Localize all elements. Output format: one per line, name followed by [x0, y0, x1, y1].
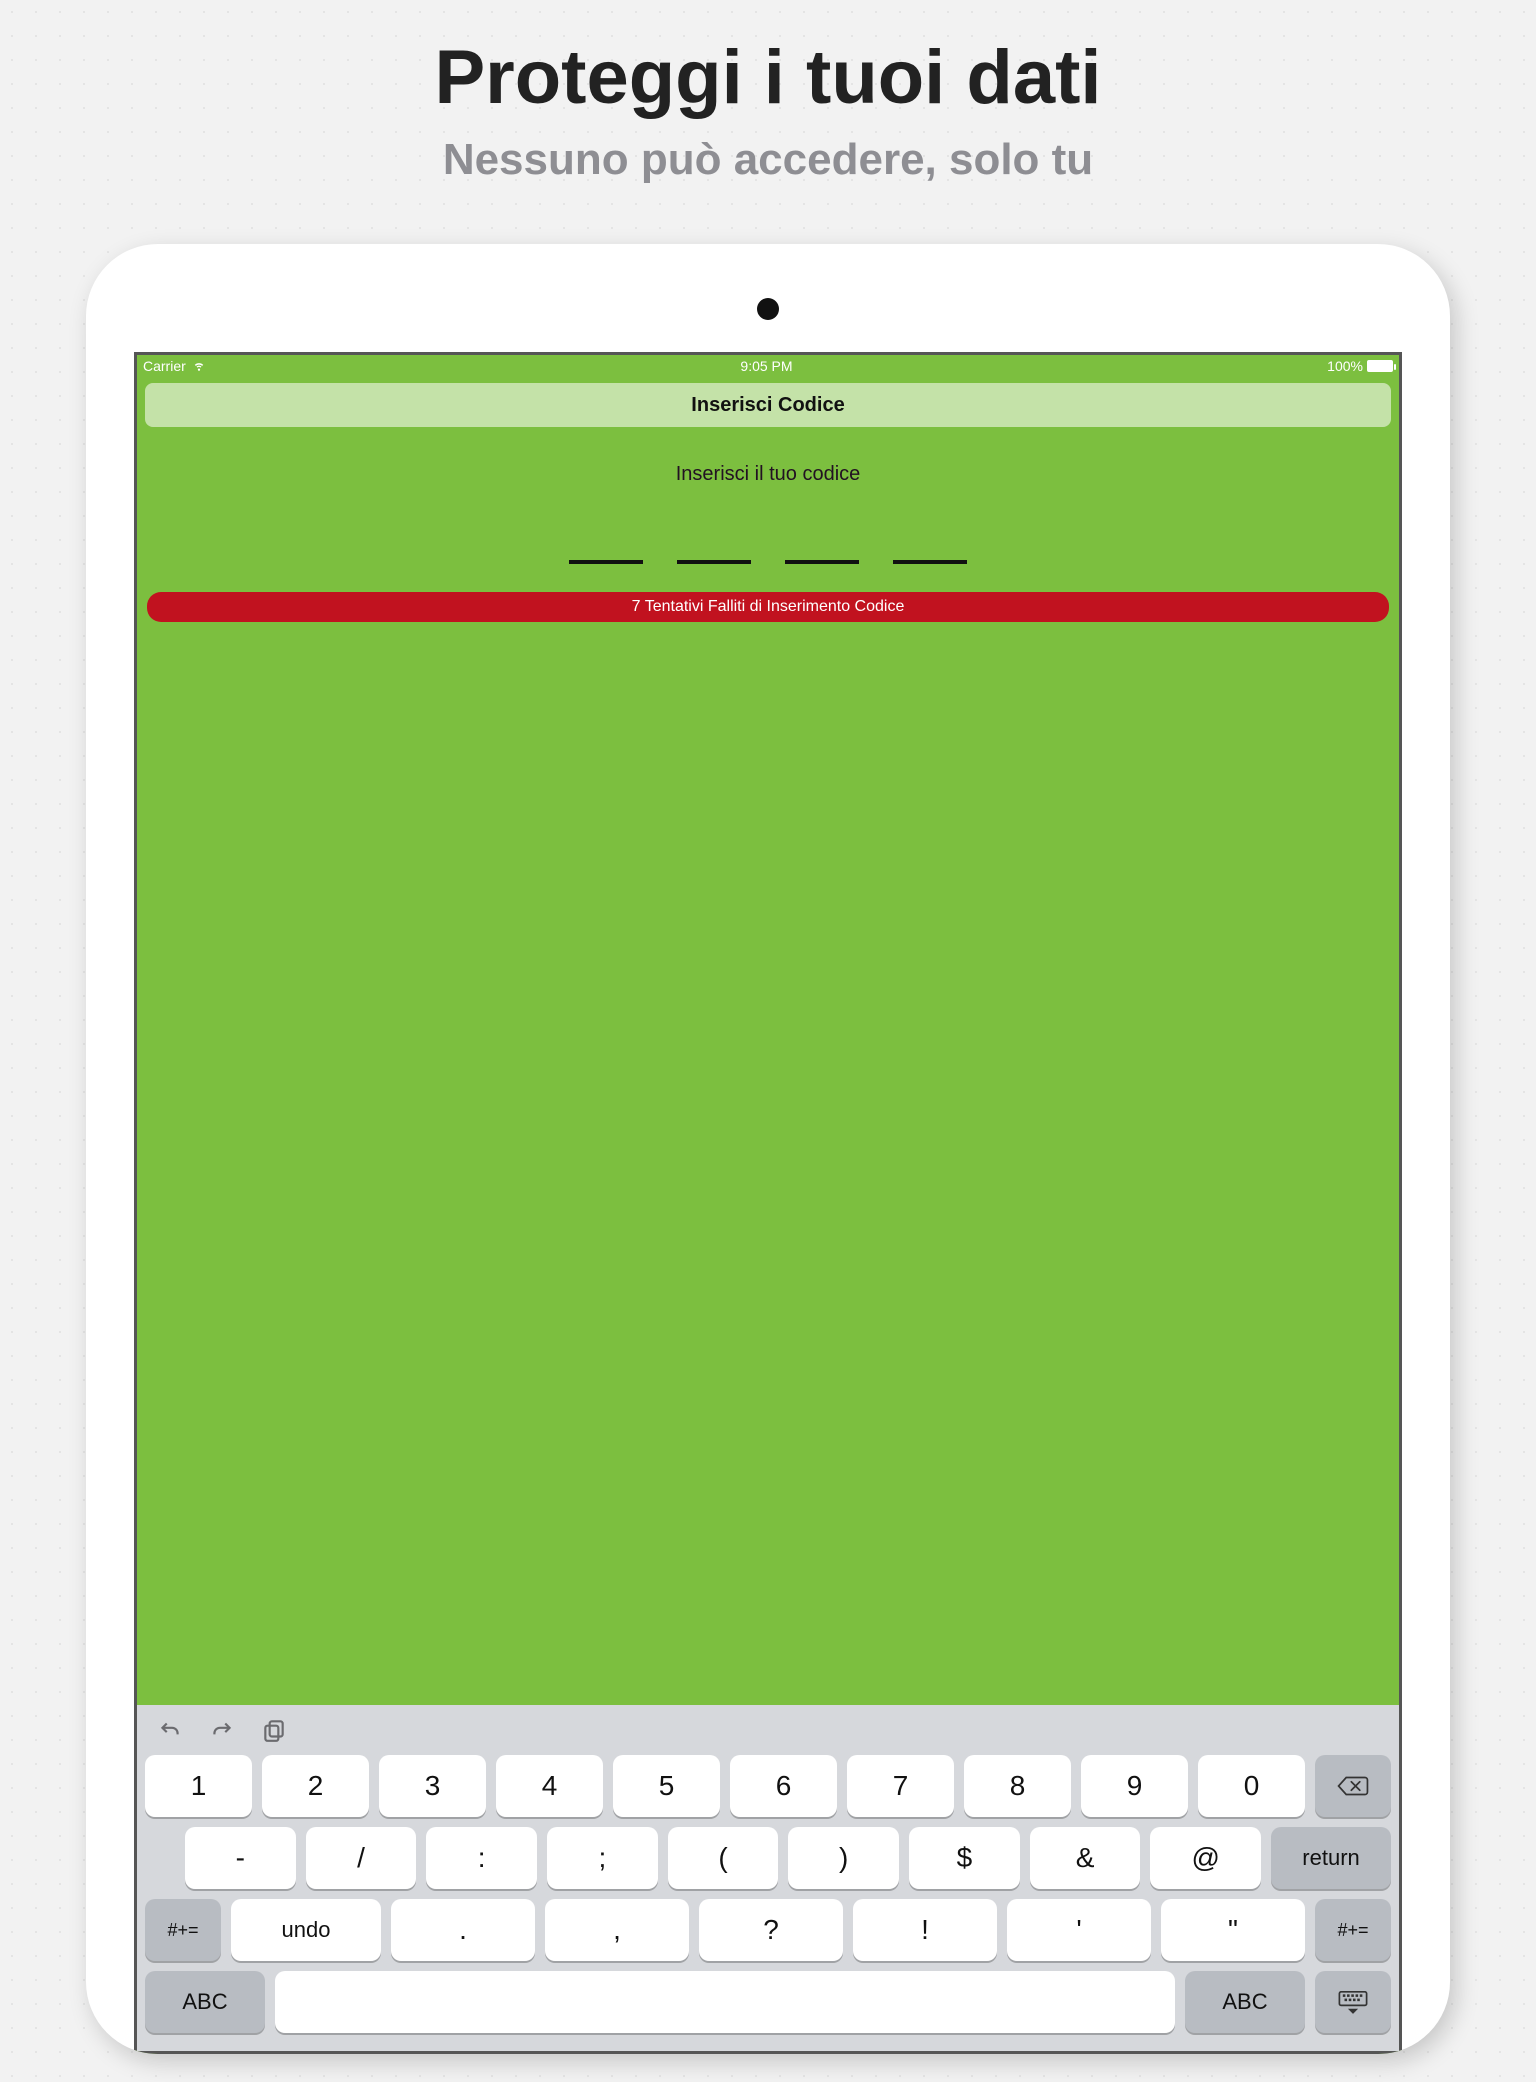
key-4[interactable]: 4 — [496, 1755, 603, 1817]
clipboard-icon[interactable] — [261, 1717, 287, 1743]
status-bar: Carrier 9:05 PM 100% — [137, 355, 1399, 377]
key-shift-right[interactable]: #+= — [1315, 1899, 1391, 1961]
key-sym[interactable]: @ — [1150, 1827, 1261, 1889]
key-return[interactable]: return — [1271, 1827, 1391, 1889]
key-punct[interactable]: " — [1161, 1899, 1305, 1961]
key-8[interactable]: 8 — [964, 1755, 1071, 1817]
key-sym[interactable]: / — [306, 1827, 417, 1889]
key-punct[interactable]: ! — [853, 1899, 997, 1961]
key-9[interactable]: 9 — [1081, 1755, 1188, 1817]
passcode-input[interactable] — [137, 560, 1399, 564]
key-punct[interactable]: ? — [699, 1899, 843, 1961]
key-sym[interactable]: : — [426, 1827, 537, 1889]
key-abc-right[interactable]: ABC — [1185, 1971, 1305, 2033]
key-2[interactable]: 2 — [262, 1755, 369, 1817]
battery-pct: 100% — [1327, 358, 1363, 374]
key-0[interactable]: 0 — [1198, 1755, 1305, 1817]
clock: 9:05 PM — [740, 358, 792, 374]
key-7[interactable]: 7 — [847, 1755, 954, 1817]
key-sym[interactable]: - — [185, 1827, 296, 1889]
passcode-digit-2[interactable] — [677, 560, 751, 564]
screen-title: Inserisci Codice — [145, 383, 1391, 427]
battery-icon — [1367, 360, 1393, 372]
key-sym[interactable]: & — [1030, 1827, 1141, 1889]
key-punct[interactable]: ' — [1007, 1899, 1151, 1961]
keyboard-toolbar — [137, 1705, 1399, 1755]
marketing-subhead: Nessuno può accedere, solo tu — [0, 135, 1536, 185]
passcode-digit-4[interactable] — [893, 560, 967, 564]
keyboard-dismiss-icon — [1336, 1988, 1370, 2016]
key-sym[interactable]: ( — [668, 1827, 779, 1889]
key-6[interactable]: 6 — [730, 1755, 837, 1817]
passcode-digit-3[interactable] — [785, 560, 859, 564]
backspace-icon — [1336, 1772, 1370, 1800]
undo-icon[interactable] — [157, 1717, 183, 1743]
key-backspace[interactable] — [1315, 1755, 1391, 1817]
key-1[interactable]: 1 — [145, 1755, 252, 1817]
keyboard: 1234567890 -/:;()$&@return #+=undo.,?!'"… — [137, 1705, 1399, 2051]
key-punct[interactable]: , — [545, 1899, 689, 1961]
key-space[interactable] — [275, 1971, 1175, 2033]
key-5[interactable]: 5 — [613, 1755, 720, 1817]
key-shift-left[interactable]: #+= — [145, 1899, 221, 1961]
carrier-label: Carrier — [143, 358, 186, 374]
key-sym[interactable]: ) — [788, 1827, 899, 1889]
redo-icon[interactable] — [209, 1717, 235, 1743]
key-sym[interactable]: ; — [547, 1827, 658, 1889]
key-undo[interactable]: undo — [231, 1899, 381, 1961]
front-camera — [757, 298, 779, 320]
marketing-headline: Proteggi i tuoi dati — [0, 34, 1536, 121]
failed-attempts-alert: 7 Tentativi Falliti di Inserimento Codic… — [147, 592, 1389, 622]
wifi-icon — [192, 358, 206, 375]
key-punct[interactable]: . — [391, 1899, 535, 1961]
passcode-prompt: Inserisci il tuo codice — [137, 463, 1399, 486]
tablet-device-frame: Carrier 9:05 PM 100% Inserisci Codice In… — [86, 244, 1450, 2054]
key-3[interactable]: 3 — [379, 1755, 486, 1817]
wallpaper — [137, 655, 1399, 1295]
screen: Carrier 9:05 PM 100% Inserisci Codice In… — [134, 352, 1402, 2054]
key-sym[interactable]: $ — [909, 1827, 1020, 1889]
key-dismiss-keyboard[interactable] — [1315, 1971, 1391, 2033]
passcode-digit-1[interactable] — [569, 560, 643, 564]
key-abc-left[interactable]: ABC — [145, 1971, 265, 2033]
